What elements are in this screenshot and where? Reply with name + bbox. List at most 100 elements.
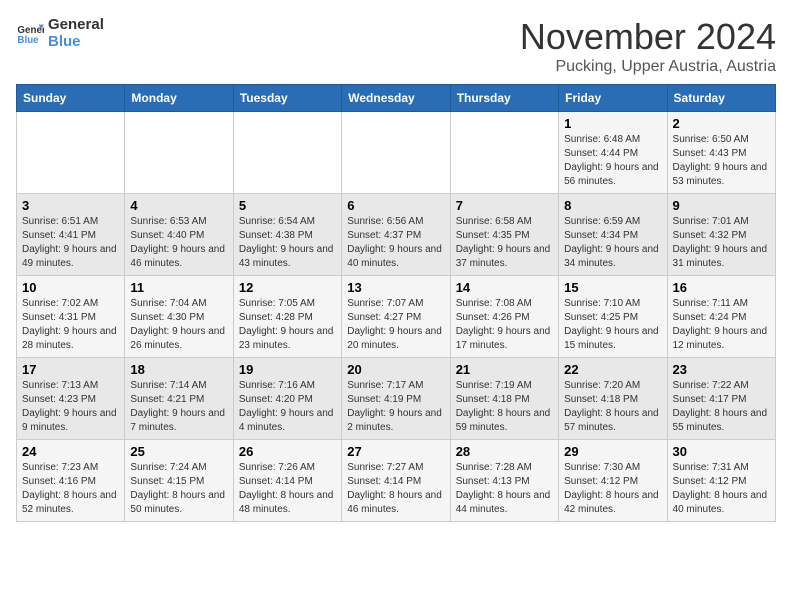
calendar-cell: 4 Sunrise: 6:53 AM Sunset: 4:40 PM Daylig… — [125, 194, 233, 276]
day-info: Sunrise: 7:08 AM Sunset: 4:26 PM Dayligh… — [456, 297, 553, 353]
day-info: Sunrise: 7:30 AM Sunset: 4:12 PM Dayligh… — [564, 461, 661, 517]
weekday-header-monday: Monday — [125, 85, 233, 112]
calendar-cell: 30Sunrise: 7:31 AM Sunset: 4:12 PM Dayli… — [667, 440, 775, 522]
day-info: Sunrise: 7:16 AM Sunset: 4:20 PM Dayligh… — [239, 379, 336, 435]
calendar-cell: 10 Sunrise: 7:02 AM Sunset: 4:31 PM Dayli… — [17, 276, 125, 358]
calendar-cell: 12 Sunrise: 7:05 AM Sunset: 4:28 PM Dayli… — [233, 276, 341, 358]
calendar-cell: 7 Sunrise: 6:58 AM Sunset: 4:35 PM Daylig… — [450, 194, 558, 276]
day-number: 21 — [456, 362, 553, 377]
day-number: 3 — [22, 198, 119, 213]
day-info: Sunrise: 7:23 AM Sunset: 4:16 PM Dayligh… — [22, 461, 119, 517]
week-row-1: 3 Sunrise: 6:51 AM Sunset: 4:41 PM Daylig… — [17, 194, 776, 276]
day-number: 12 — [239, 280, 336, 295]
calendar-cell: 14 Sunrise: 7:08 AM Sunset: 4:26 PM Dayli… — [450, 276, 558, 358]
calendar-cell: 13 Sunrise: 7:07 AM Sunset: 4:27 PM Dayli… — [342, 276, 450, 358]
day-info: Sunrise: 7:31 AM Sunset: 4:12 PM Dayligh… — [673, 461, 770, 517]
day-info: Sunrise: 6:58 AM Sunset: 4:35 PM Dayligh… — [456, 215, 553, 271]
weekday-header-wednesday: Wednesday — [342, 85, 450, 112]
calendar-cell — [125, 112, 233, 194]
calendar-cell — [450, 112, 558, 194]
day-number: 7 — [456, 198, 553, 213]
day-number: 19 — [239, 362, 336, 377]
calendar-cell: 2 Sunrise: 6:50 AM Sunset: 4:43 PM Daylig… — [667, 112, 775, 194]
day-info: Sunrise: 6:51 AM Sunset: 4:41 PM Dayligh… — [22, 215, 119, 271]
logo: General Blue General Blue — [16, 16, 104, 50]
calendar-cell: 16Sunrise: 7:11 AM Sunset: 4:24 PM Dayli… — [667, 276, 775, 358]
day-number: 26 — [239, 444, 336, 459]
calendar-cell: 23 Sunrise: 7:22 AM Sunset: 4:17 PM Dayli… — [667, 358, 775, 440]
calendar-cell: 26Sunrise: 7:26 AM Sunset: 4:14 PM Dayli… — [233, 440, 341, 522]
day-info: Sunrise: 6:50 AM Sunset: 4:43 PM Dayligh… — [673, 133, 770, 189]
day-info: Sunrise: 7:22 AM Sunset: 4:17 PM Dayligh… — [673, 379, 770, 435]
day-number: 15 — [564, 280, 661, 295]
day-number: 8 — [564, 198, 661, 213]
day-info: Sunrise: 7:24 AM Sunset: 4:15 PM Dayligh… — [130, 461, 227, 517]
day-number: 27 — [347, 444, 444, 459]
day-number: 17 — [22, 362, 119, 377]
day-info: Sunrise: 7:28 AM Sunset: 4:13 PM Dayligh… — [456, 461, 553, 517]
day-info: Sunrise: 6:56 AM Sunset: 4:37 PM Dayligh… — [347, 215, 444, 271]
calendar-cell: 8 Sunrise: 6:59 AM Sunset: 4:34 PM Daylig… — [559, 194, 667, 276]
day-number: 4 — [130, 198, 227, 213]
day-number: 25 — [130, 444, 227, 459]
day-number: 5 — [239, 198, 336, 213]
title-area: November 2024 Pucking, Upper Austria, Au… — [520, 16, 776, 76]
day-number: 22 — [564, 362, 661, 377]
location-title: Pucking, Upper Austria, Austria — [520, 58, 776, 76]
week-row-4: 24 Sunrise: 7:23 AM Sunset: 4:16 PM Dayli… — [17, 440, 776, 522]
weekday-header-tuesday: Tuesday — [233, 85, 341, 112]
header: General Blue General Blue November 2024 … — [16, 16, 776, 76]
day-info: Sunrise: 7:05 AM Sunset: 4:28 PM Dayligh… — [239, 297, 336, 353]
calendar-cell: 17 Sunrise: 7:13 AM Sunset: 4:23 PM Dayli… — [17, 358, 125, 440]
day-info: Sunrise: 6:59 AM Sunset: 4:34 PM Dayligh… — [564, 215, 661, 271]
day-info: Sunrise: 7:02 AM Sunset: 4:31 PM Dayligh… — [22, 297, 119, 353]
day-number: 18 — [130, 362, 227, 377]
day-number: 10 — [22, 280, 119, 295]
calendar-cell: 21Sunrise: 7:19 AM Sunset: 4:18 PM Dayli… — [450, 358, 558, 440]
calendar-cell: 20 Sunrise: 7:17 AM Sunset: 4:19 PM Dayli… — [342, 358, 450, 440]
calendar-cell: 9Sunrise: 7:01 AM Sunset: 4:32 PM Daylig… — [667, 194, 775, 276]
day-number: 16 — [673, 280, 770, 295]
calendar-cell: 28Sunrise: 7:28 AM Sunset: 4:13 PM Dayli… — [450, 440, 558, 522]
calendar-body: 1Sunrise: 6:48 AM Sunset: 4:44 PM Daylig… — [17, 112, 776, 522]
calendar-cell: 27 Sunrise: 7:27 AM Sunset: 4:14 PM Dayli… — [342, 440, 450, 522]
week-row-2: 10 Sunrise: 7:02 AM Sunset: 4:31 PM Dayli… — [17, 276, 776, 358]
day-info: Sunrise: 6:53 AM Sunset: 4:40 PM Dayligh… — [130, 215, 227, 271]
calendar-cell — [342, 112, 450, 194]
calendar-cell: 11Sunrise: 7:04 AM Sunset: 4:30 PM Dayli… — [125, 276, 233, 358]
day-number: 13 — [347, 280, 444, 295]
day-info: Sunrise: 7:10 AM Sunset: 4:25 PM Dayligh… — [564, 297, 661, 353]
calendar-cell — [233, 112, 341, 194]
day-info: Sunrise: 7:13 AM Sunset: 4:23 PM Dayligh… — [22, 379, 119, 435]
svg-text:Blue: Blue — [17, 35, 39, 46]
day-number: 14 — [456, 280, 553, 295]
month-title: November 2024 — [520, 16, 776, 58]
day-number: 20 — [347, 362, 444, 377]
weekday-header-thursday: Thursday — [450, 85, 558, 112]
week-row-3: 17 Sunrise: 7:13 AM Sunset: 4:23 PM Dayli… — [17, 358, 776, 440]
logo-line1: General — [48, 16, 104, 33]
calendar-cell — [17, 112, 125, 194]
calendar-table: SundayMondayTuesdayWednesdayThursdayFrid… — [16, 84, 776, 522]
day-info: Sunrise: 7:07 AM Sunset: 4:27 PM Dayligh… — [347, 297, 444, 353]
day-number: 2 — [673, 116, 770, 131]
day-number: 9 — [673, 198, 770, 213]
calendar-cell: 15 Sunrise: 7:10 AM Sunset: 4:25 PM Dayli… — [559, 276, 667, 358]
calendar-cell: 5Sunrise: 6:54 AM Sunset: 4:38 PM Daylig… — [233, 194, 341, 276]
calendar-cell: 6 Sunrise: 6:56 AM Sunset: 4:37 PM Daylig… — [342, 194, 450, 276]
day-info: Sunrise: 7:14 AM Sunset: 4:21 PM Dayligh… — [130, 379, 227, 435]
week-row-0: 1Sunrise: 6:48 AM Sunset: 4:44 PM Daylig… — [17, 112, 776, 194]
calendar-cell: 3 Sunrise: 6:51 AM Sunset: 4:41 PM Daylig… — [17, 194, 125, 276]
day-number: 24 — [22, 444, 119, 459]
calendar-cell: 19 Sunrise: 7:16 AM Sunset: 4:20 PM Dayli… — [233, 358, 341, 440]
day-info: Sunrise: 7:27 AM Sunset: 4:14 PM Dayligh… — [347, 461, 444, 517]
logo-line2: Blue — [48, 33, 104, 50]
calendar-header-row: SundayMondayTuesdayWednesdayThursdayFrid… — [17, 85, 776, 112]
day-info: Sunrise: 7:17 AM Sunset: 4:19 PM Dayligh… — [347, 379, 444, 435]
day-info: Sunrise: 7:04 AM Sunset: 4:30 PM Dayligh… — [130, 297, 227, 353]
day-number: 6 — [347, 198, 444, 213]
day-info: Sunrise: 7:20 AM Sunset: 4:18 PM Dayligh… — [564, 379, 661, 435]
weekday-header-friday: Friday — [559, 85, 667, 112]
calendar-cell: 29Sunrise: 7:30 AM Sunset: 4:12 PM Dayli… — [559, 440, 667, 522]
day-number: 23 — [673, 362, 770, 377]
